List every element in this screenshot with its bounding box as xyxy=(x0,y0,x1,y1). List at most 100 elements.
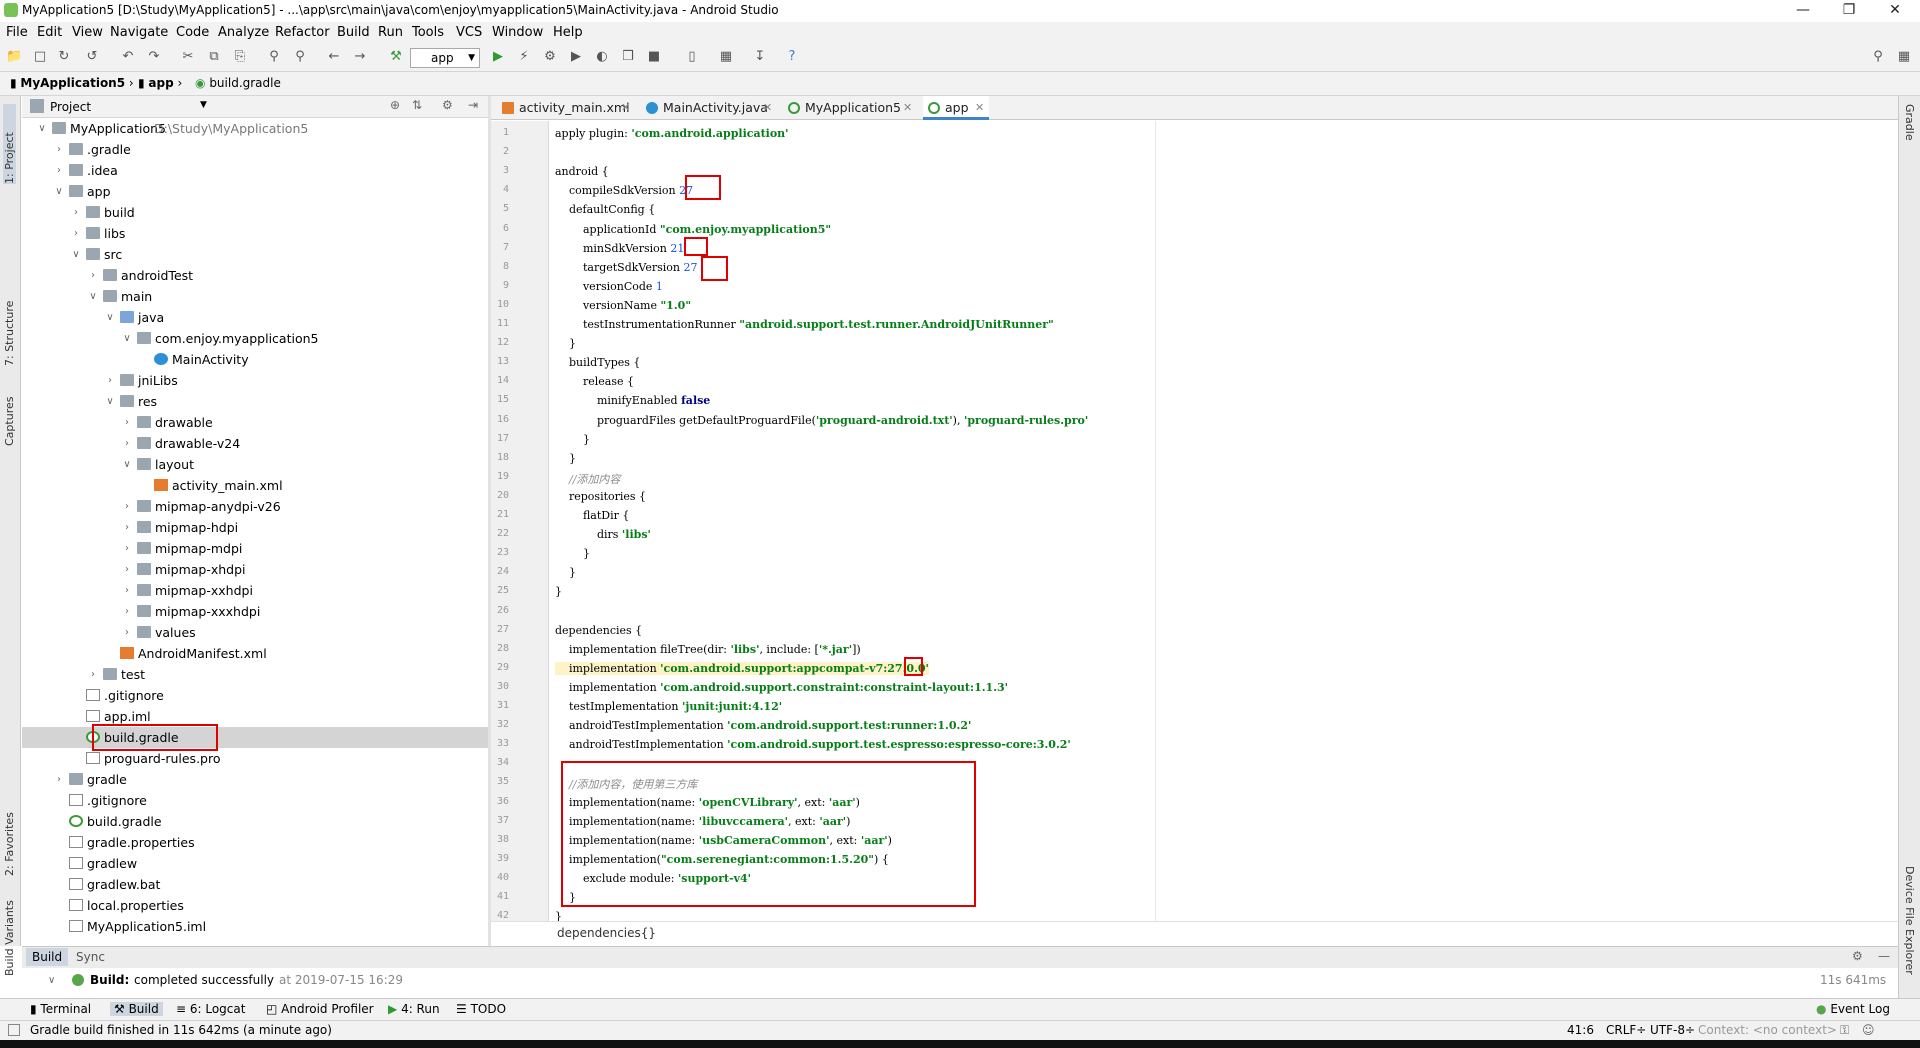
menu-view[interactable]: View xyxy=(72,25,103,40)
tree-item[interactable]: ∨ main xyxy=(22,286,488,307)
tree-item[interactable]: build.gradle xyxy=(22,811,488,832)
favorites-tool-tab[interactable]: 2: Favorites xyxy=(3,796,16,876)
chevron-down-icon[interactable]: ∨ xyxy=(87,286,99,307)
code-line[interactable]: dependencies { xyxy=(555,624,642,637)
menu-navigate[interactable]: Navigate xyxy=(110,25,168,40)
code-line[interactable]: } xyxy=(555,566,576,579)
lock-icon[interactable]: ⚿ xyxy=(1840,1023,1849,1038)
forward-icon[interactable]: → xyxy=(352,49,368,65)
close-icon[interactable]: ✕ xyxy=(621,96,630,120)
tree-item[interactable]: ∨ layout xyxy=(22,454,488,475)
line-separator[interactable]: CRLF÷ xyxy=(1606,1023,1646,1037)
code-line[interactable]: minSdkVersion 21 xyxy=(555,242,684,255)
minimize-panel-icon[interactable]: — xyxy=(1878,949,1890,963)
menu-edit[interactable]: Edit xyxy=(37,25,62,40)
gradle-tool-tab[interactable]: Gradle xyxy=(1903,104,1916,141)
code-line[interactable]: proguardFiles getDefaultProguardFile('pr… xyxy=(555,414,1088,427)
chevron-right-icon[interactable]: › xyxy=(70,202,82,223)
chevron-down-icon[interactable]: ∨ xyxy=(48,975,55,986)
sdk-manager-icon[interactable]: ↧ xyxy=(752,49,768,65)
tree-item[interactable]: › jniLibs xyxy=(22,370,488,391)
tree-item[interactable]: › libs xyxy=(22,223,488,244)
code-line[interactable]: targetSdkVersion 27 xyxy=(555,261,698,274)
tab-mainactivity-java[interactable]: MainActivity.java ✕ xyxy=(641,96,779,120)
chevron-right-icon[interactable]: › xyxy=(53,139,65,160)
breadcrumb-module[interactable]: ▮ app › xyxy=(138,76,182,90)
caret-position[interactable]: 41:6 xyxy=(1567,1023,1594,1037)
logcat-tool[interactable]: ≡ 6: Logcat xyxy=(176,1002,245,1016)
project-structure-icon[interactable]: ▦ xyxy=(718,49,734,65)
code-line[interactable]: //添加内容 xyxy=(555,471,620,487)
collapse-all-icon[interactable]: ⇅ xyxy=(412,98,422,112)
code-line[interactable]: versionCode 1 xyxy=(555,280,663,293)
tree-item[interactable]: › mipmap-hdpi xyxy=(22,517,488,538)
gear-icon[interactable]: ⚙ xyxy=(1852,949,1863,963)
chevron-right-icon[interactable]: › xyxy=(87,265,99,286)
code-line[interactable]: androidTestImplementation 'com.android.s… xyxy=(555,719,971,732)
stop-icon[interactable]: ■ xyxy=(646,49,662,65)
code-line[interactable]: testImplementation 'junit:junit:4.12' xyxy=(555,700,782,713)
tree-item[interactable]: › .idea xyxy=(22,160,488,181)
make-project-icon[interactable]: ⚒ xyxy=(388,49,404,65)
open-icon[interactable]: 📁 xyxy=(6,49,22,65)
code-line[interactable]: implementation 'com.android.support:appc… xyxy=(555,661,929,675)
tree-item[interactable]: proguard-rules.pro xyxy=(22,748,488,769)
coverage-icon[interactable]: ▶ xyxy=(568,49,584,65)
cut-icon[interactable]: ✂ xyxy=(180,49,196,65)
chevron-right-icon[interactable]: › xyxy=(53,160,65,181)
chevron-down-icon[interactable]: ∨ xyxy=(36,118,48,139)
tree-item[interactable]: ∨ res xyxy=(22,391,488,412)
profiler-tool[interactable]: ◰ Android Profiler xyxy=(266,1002,374,1016)
menu-vcs[interactable]: VCS xyxy=(456,25,482,40)
menu-run[interactable]: Run xyxy=(378,25,403,40)
close-icon[interactable]: ✕ xyxy=(975,96,984,120)
event-log-tool[interactable]: ● Event Log xyxy=(1816,1002,1890,1016)
project-view-select[interactable]: Project xyxy=(50,100,91,114)
chevron-right-icon[interactable]: › xyxy=(70,223,82,244)
code-line[interactable]: release { xyxy=(555,375,634,388)
code-line[interactable]: minifyEnabled false xyxy=(555,394,710,407)
minimize-button[interactable]: — xyxy=(1780,0,1826,22)
tree-item[interactable]: ∨ app xyxy=(22,181,488,202)
chevron-down-icon[interactable]: ▼ xyxy=(200,100,207,110)
find-icon[interactable]: ⚲ xyxy=(266,49,282,65)
tree-item[interactable]: › .gradle xyxy=(22,139,488,160)
chevron-down-icon[interactable]: ∨ xyxy=(53,181,65,202)
close-icon[interactable]: ✕ xyxy=(903,96,912,120)
tree-item[interactable]: › mipmap-xhdpi xyxy=(22,559,488,580)
code-line[interactable]: implementation fileTree(dir: 'libs', inc… xyxy=(555,643,861,656)
run-icon[interactable]: ▶ xyxy=(490,49,506,65)
device-file-explorer-tab[interactable]: Device File Explorer xyxy=(1903,866,1916,975)
build-tab[interactable]: Build xyxy=(26,948,69,966)
menu-window[interactable]: Window xyxy=(492,25,543,40)
code-line[interactable]: repositories { xyxy=(555,490,646,503)
chevron-right-icon[interactable]: › xyxy=(104,370,116,391)
layout-icon[interactable]: ▦ xyxy=(1896,49,1912,65)
chevron-right-icon[interactable]: › xyxy=(53,769,65,790)
code-line[interactable]: versionName "1.0" xyxy=(555,299,691,312)
close-button[interactable]: ✕ xyxy=(1872,0,1918,22)
code-line[interactable]: } xyxy=(555,433,590,446)
breadcrumb-project[interactable]: ▮ MyApplication5 › xyxy=(10,76,134,90)
menu-analyze[interactable]: Analyze xyxy=(218,25,269,40)
chevron-down-icon[interactable]: ∨ xyxy=(121,328,133,349)
code-line[interactable]: testInstrumentationRunner "android.suppo… xyxy=(555,318,1054,331)
code-line[interactable]: android { xyxy=(555,165,609,178)
tree-item[interactable]: › gradle xyxy=(22,769,488,790)
copy-icon[interactable]: ⧉ xyxy=(206,49,222,65)
paste-icon[interactable]: ⎘ xyxy=(232,49,248,65)
avd-manager-icon[interactable]: ▯ xyxy=(684,49,700,65)
menu-file[interactable]: File xyxy=(6,25,28,40)
tree-item[interactable]: .gitignore xyxy=(22,790,488,811)
code-line[interactable]: } xyxy=(555,452,576,465)
editor-breadcrumb[interactable]: dependencies{} xyxy=(557,926,656,940)
tree-item[interactable]: › mipmap-xxxhdpi xyxy=(22,601,488,622)
chevron-right-icon[interactable]: › xyxy=(121,412,133,433)
code-line[interactable]: flatDir { xyxy=(555,509,629,522)
tree-item[interactable]: gradle.properties xyxy=(22,832,488,853)
chevron-right-icon[interactable]: › xyxy=(121,580,133,601)
tree-item[interactable]: › drawable-v24 xyxy=(22,433,488,454)
tree-item[interactable]: MainActivity xyxy=(22,349,488,370)
close-icon[interactable]: ✕ xyxy=(763,96,772,120)
tree-item[interactable]: › mipmap-anydpi-v26 xyxy=(22,496,488,517)
